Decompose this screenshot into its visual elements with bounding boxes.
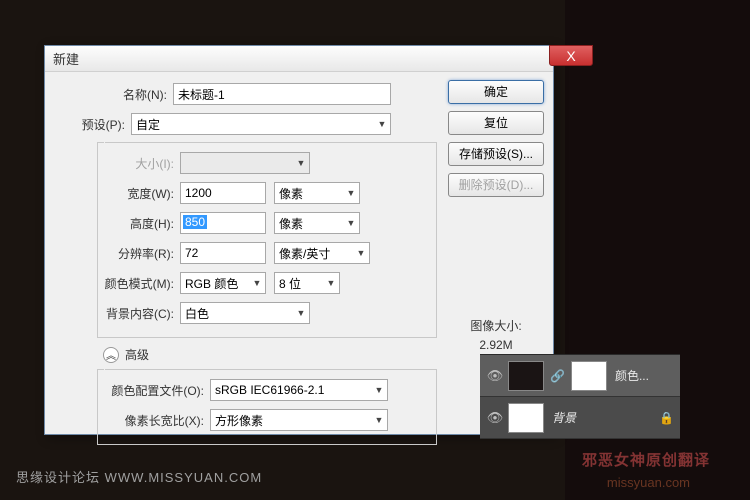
new-document-dialog: 新建 X 确定 复位 存储预设(S)... 删除预设(D)... 图像大小: 2… [44, 45, 554, 435]
resolution-unit: 像素/英寸 [279, 245, 330, 262]
image-size-readout: 图像大小: 2.92M [448, 317, 544, 352]
bitdepth-select[interactable]: 8 位 ▼ [274, 272, 340, 294]
preset-value: 自定 [136, 116, 160, 133]
width-unit-select[interactable]: 像素 ▼ [274, 182, 360, 204]
layer-row[interactable]: 👁 🔗 颜色... [480, 355, 680, 397]
chevron-down-icon: ▼ [376, 119, 388, 129]
aspect-select[interactable]: 方形像素 ▼ [210, 409, 388, 431]
layers-panel: 👁 🔗 颜色... 👁 背景 🔒 [480, 354, 680, 439]
bgcontent-value: 白色 [185, 305, 209, 322]
chevron-down-icon: ▼ [345, 218, 357, 228]
layer-name[interactable]: 颜色... [615, 367, 649, 384]
image-size-label: 图像大小: [448, 317, 544, 334]
bgcontent-label: 背景内容(C): [104, 305, 180, 322]
chevron-down-icon: ▼ [295, 308, 307, 318]
chevron-down-icon: ▼ [325, 278, 337, 288]
chevron-down-icon: ▼ [251, 278, 263, 288]
credit-watermark: 邪恶女神原创翻译 [582, 449, 710, 470]
chevron-down-icon: ▼ [355, 248, 367, 258]
layer-row[interactable]: 👁 背景 🔒 [480, 397, 680, 439]
layer-thumbnail[interactable] [508, 403, 544, 433]
advanced-group: x 颜色配置文件(O): sRGB IEC61966-2.1 ▼ 像素长宽比(X… [97, 369, 437, 445]
height-unit: 像素 [279, 215, 303, 232]
chevron-down-icon: ▼ [373, 385, 385, 395]
site-watermark: 思缘设计论坛 WWW.MISSYUAN.COM [16, 467, 262, 486]
profile-select[interactable]: sRGB IEC61966-2.1 ▼ [210, 379, 388, 401]
resolution-label: 分辨率(R): [104, 245, 180, 262]
chevron-up-icon: ︽ [103, 347, 119, 363]
resolution-unit-select[interactable]: 像素/英寸 ▼ [274, 242, 370, 264]
width-input[interactable] [180, 182, 266, 204]
visibility-icon[interactable]: 👁 [486, 368, 504, 384]
resolution-input[interactable] [180, 242, 266, 264]
bitdepth-value: 8 位 [279, 275, 301, 292]
height-unit-select[interactable]: 像素 ▼ [274, 212, 360, 234]
layer-name[interactable]: 背景 [552, 409, 576, 426]
advanced-label: 高级 [125, 346, 149, 363]
save-preset-button[interactable]: 存储预设(S)... [448, 142, 544, 166]
aspect-label: 像素长宽比(X): [104, 412, 210, 429]
name-input[interactable] [173, 83, 391, 105]
chevron-down-icon: ▼ [295, 158, 307, 168]
image-size-value: 2.92M [448, 338, 544, 352]
colormode-value: RGB 颜色 [185, 275, 238, 292]
ok-button[interactable]: 确定 [448, 80, 544, 104]
colormode-select[interactable]: RGB 颜色 ▼ [180, 272, 266, 294]
close-button[interactable]: X [549, 45, 593, 66]
name-label: 名称(N): [55, 86, 173, 103]
url-watermark: missyuan.com [607, 475, 690, 490]
preset-select[interactable]: 自定 ▼ [131, 113, 391, 135]
reset-button[interactable]: 复位 [448, 111, 544, 135]
chevron-down-icon: ▼ [373, 415, 385, 425]
preset-label: 预设(P): [13, 116, 131, 133]
layer-thumbnail[interactable] [508, 361, 544, 391]
width-unit: 像素 [279, 185, 303, 202]
profile-label: 颜色配置文件(O): [104, 382, 210, 399]
layer-mask-thumbnail[interactable] [571, 361, 607, 391]
height-value-selected: 850 [183, 215, 207, 229]
profile-value: sRGB IEC61966-2.1 [215, 383, 324, 397]
delete-preset-button: 删除预设(D)... [448, 173, 544, 197]
titlebar[interactable]: 新建 X [45, 46, 553, 72]
colormode-label: 颜色模式(M): [104, 275, 180, 292]
height-label: 高度(H): [104, 215, 180, 232]
lock-icon: 🔒 [659, 411, 674, 425]
document-settings-group: x 大小(I): ▼ 宽度(W): 像素 ▼ 高度(H): 850 [97, 142, 437, 338]
height-input[interactable]: 850 [180, 212, 266, 234]
close-icon: X [566, 48, 575, 64]
size-label: 大小(I): [104, 155, 180, 172]
size-select: ▼ [180, 152, 310, 174]
chevron-down-icon: ▼ [345, 188, 357, 198]
aspect-value: 方形像素 [215, 412, 263, 429]
visibility-icon[interactable]: 👁 [486, 410, 504, 426]
dialog-title: 新建 [53, 49, 79, 68]
bgcontent-select[interactable]: 白色 ▼ [180, 302, 310, 324]
width-label: 宽度(W): [104, 185, 180, 202]
link-icon: 🔗 [550, 369, 565, 383]
